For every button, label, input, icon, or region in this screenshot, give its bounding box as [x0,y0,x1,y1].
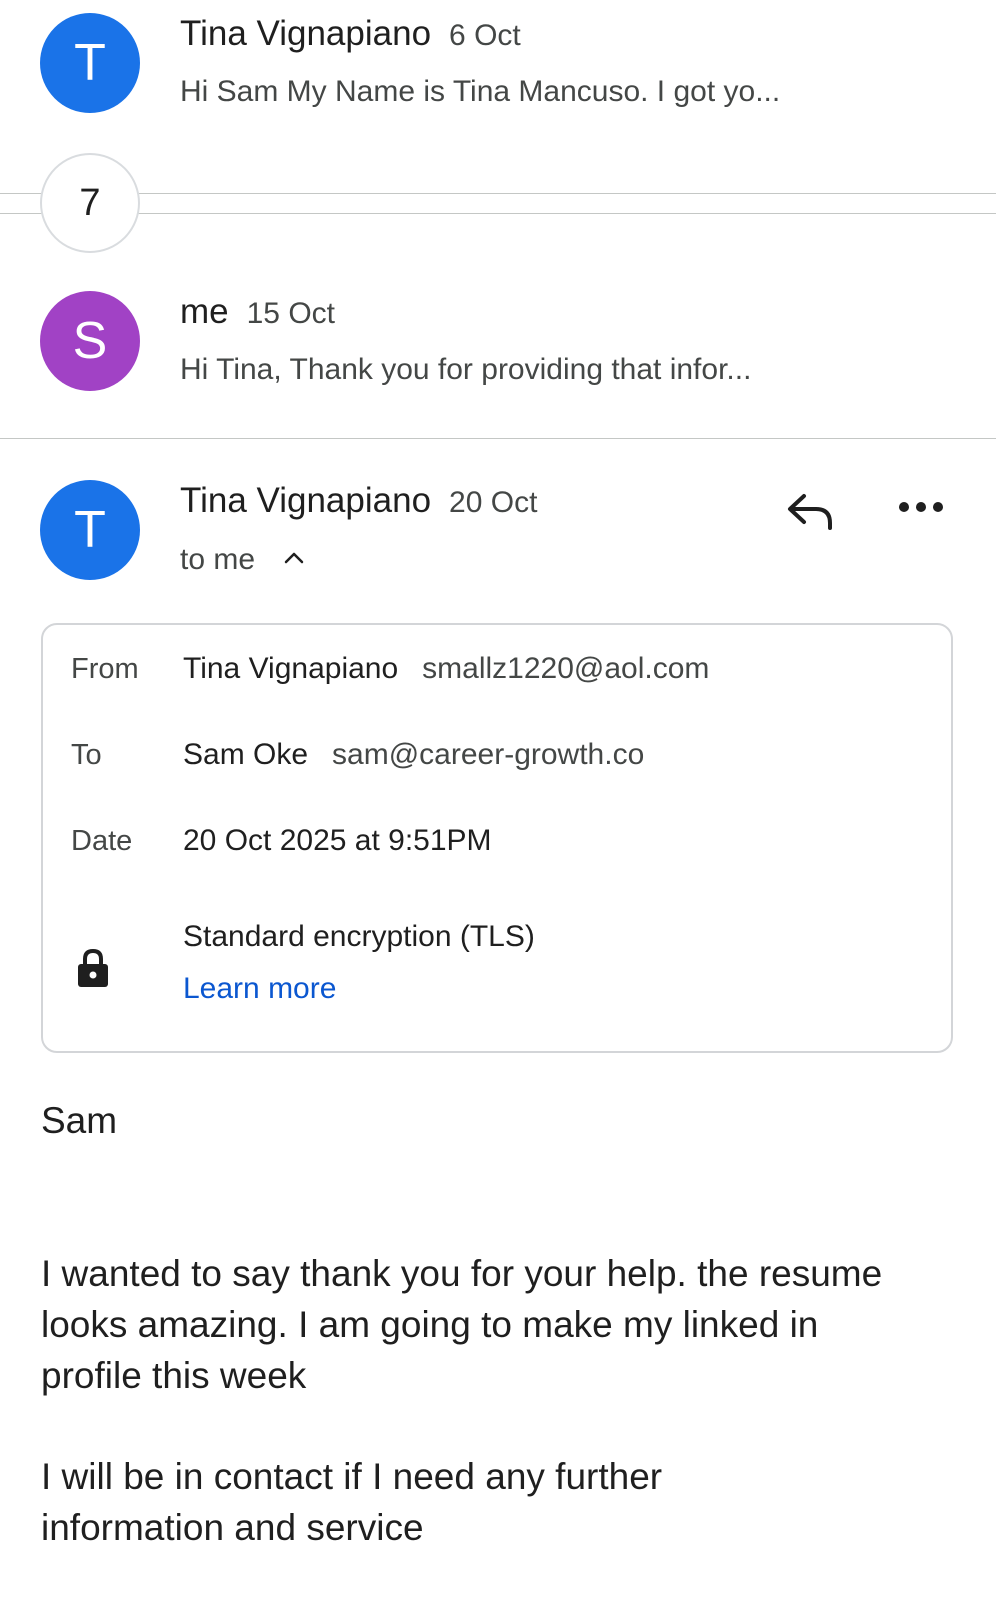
from-email[interactable]: smallz1220@aol.com [422,652,709,685]
recipient-summary: to me [180,543,256,576]
message-greeting: Sam [41,1100,118,1141]
collapsed-count-label: 7 [79,181,101,224]
message-paragraph: I wanted to say thank you for your help.… [41,1253,883,1396]
sender-name: Tina Vignapiano [180,14,432,53]
lock-icon [77,948,109,993]
avatar: T [40,480,140,580]
more-horiz-icon[interactable] [898,500,944,519]
from-label: From [71,653,139,685]
message-date: 6 Oct [449,19,521,52]
to-row: Sam Oke sam@career-growth.co [183,738,644,772]
message-header: Tina Vignapiano 6 Oct [180,14,521,54]
divider-line [0,438,996,439]
message-snippet: Hi Tina, Thank you for providing that in… [180,353,752,386]
message-paragraph: I will be in contact if I need any furth… [41,1456,663,1548]
thread-message-2[interactable]: S me 15 Oct Hi Tina, Thank you for provid… [0,280,996,428]
avatar: S [40,291,140,391]
encryption-status: Standard encryption (TLS) [183,920,535,953]
collapsed-messages-count[interactable]: 7 [40,153,140,253]
message-header: Tina Vignapiano 20 Oct [180,481,537,521]
message-date: 20 Oct [449,486,538,519]
sender-name: Tina Vignapiano [180,481,432,520]
divider-line [0,213,996,214]
date-label: Date [71,825,133,857]
reply-icon[interactable] [786,490,834,537]
avatar-letter: T [74,501,106,559]
message-snippet: Hi Sam My Name is Tina Mancuso. I got yo… [180,75,781,108]
chevron-up-icon [283,551,305,570]
message-date: 15 Oct [246,297,335,330]
learn-more-link[interactable]: Learn more [183,972,336,1006]
message-details-card [41,623,953,1053]
to-name: Sam Oke [183,738,309,771]
avatar-letter: T [74,34,106,92]
to-email[interactable]: sam@career-growth.co [332,738,644,771]
to-label: To [71,739,102,771]
from-name: Tina Vignapiano [183,652,399,685]
thread-message-1[interactable]: T Tina Vignapiano 6 Oct Hi Sam My Name is… [0,0,996,140]
divider-line [0,193,996,194]
recipient-toggle[interactable]: to me [180,543,305,577]
avatar-letter: S [72,312,108,370]
sender-name: me [180,292,229,331]
message-header: me 15 Oct [180,292,335,332]
from-row: Tina Vignapiano smallz1220@aol.com [183,652,709,686]
avatar: T [40,13,140,113]
date-value: 20 Oct 2025 at 9:51PM [183,824,492,857]
